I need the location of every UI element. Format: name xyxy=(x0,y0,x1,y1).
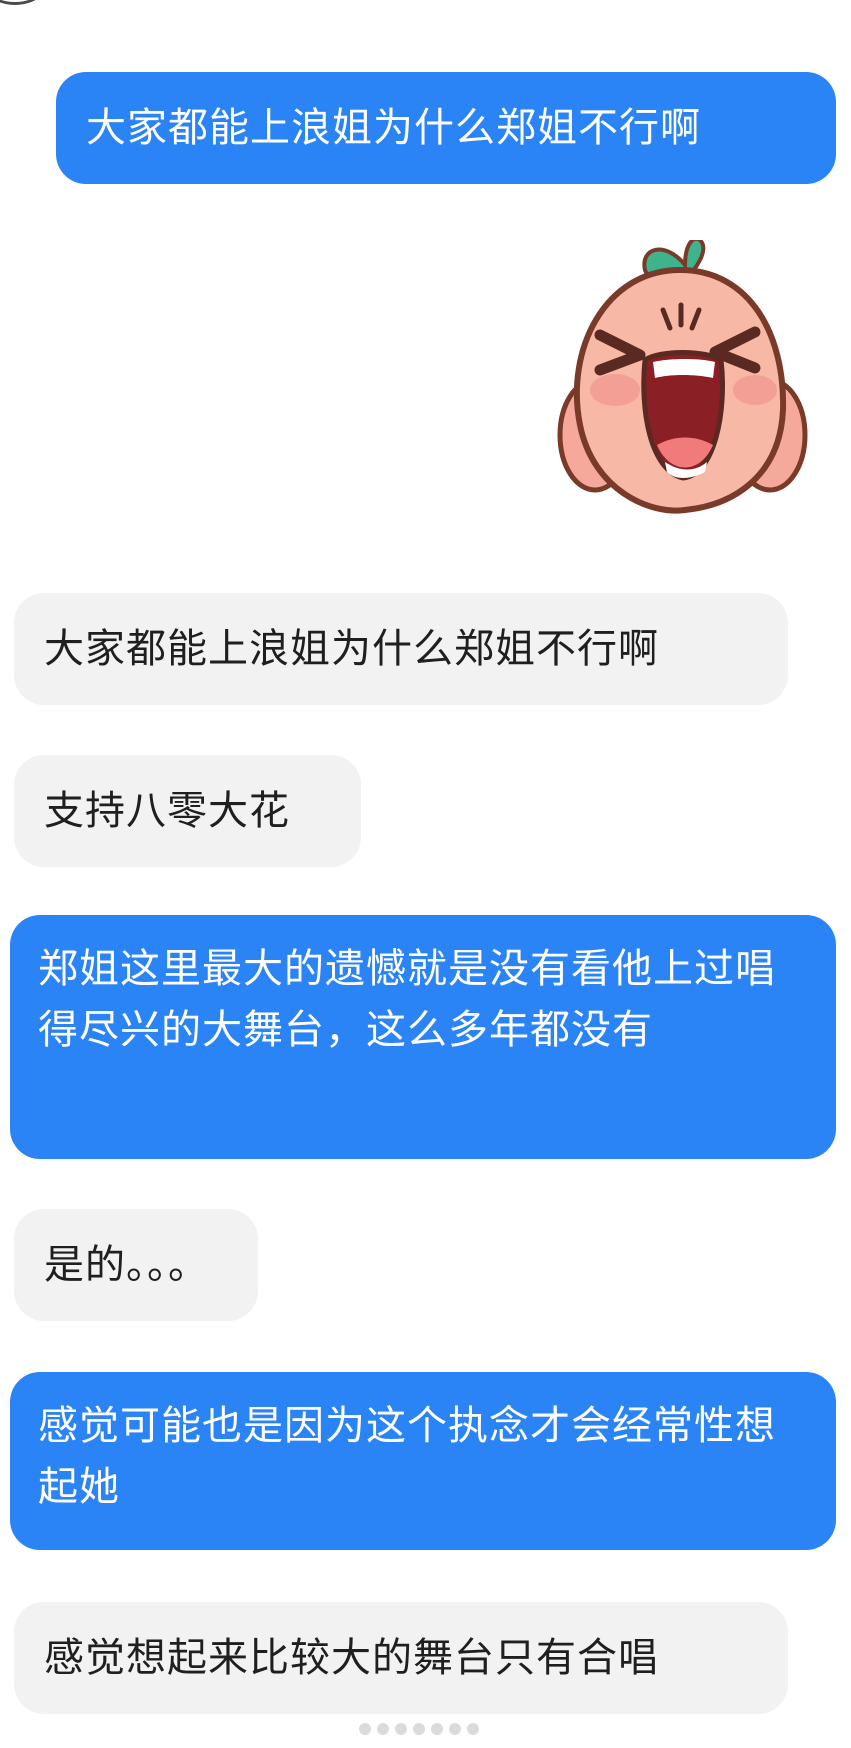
message-bubble-incoming[interactable]: 感觉想起来比较大的舞台只有合唱 xyxy=(14,1602,788,1714)
message-bubble-outgoing[interactable]: 感觉可能也是因为这个执念才会经常性想起她 xyxy=(10,1372,836,1550)
message-bubble-outgoing[interactable]: 郑姐这里最大的遗憾就是没有看他上过唱得尽兴的大舞台，这么多年都没有 xyxy=(10,915,836,1159)
message-bubble-incoming[interactable]: 支持八零大花 xyxy=(14,755,361,867)
message-bubble-incoming[interactable]: 是的。。。 xyxy=(14,1209,258,1321)
chat-thread: 大家都能上浪姐为什么郑姐不行啊 大家都能上浪姐为什么郑姐不行啊 支持八零大花 郑… xyxy=(0,0,851,1748)
message-bubble-incoming[interactable]: 大家都能上浪姐为什么郑姐不行啊 xyxy=(14,593,788,705)
message-bubble-outgoing[interactable]: 大家都能上浪姐为什么郑姐不行啊 xyxy=(56,72,836,184)
watermark-logo xyxy=(359,1723,479,1735)
screaming-peach-sticker[interactable] xyxy=(545,240,815,540)
partial-avatar xyxy=(0,0,60,5)
